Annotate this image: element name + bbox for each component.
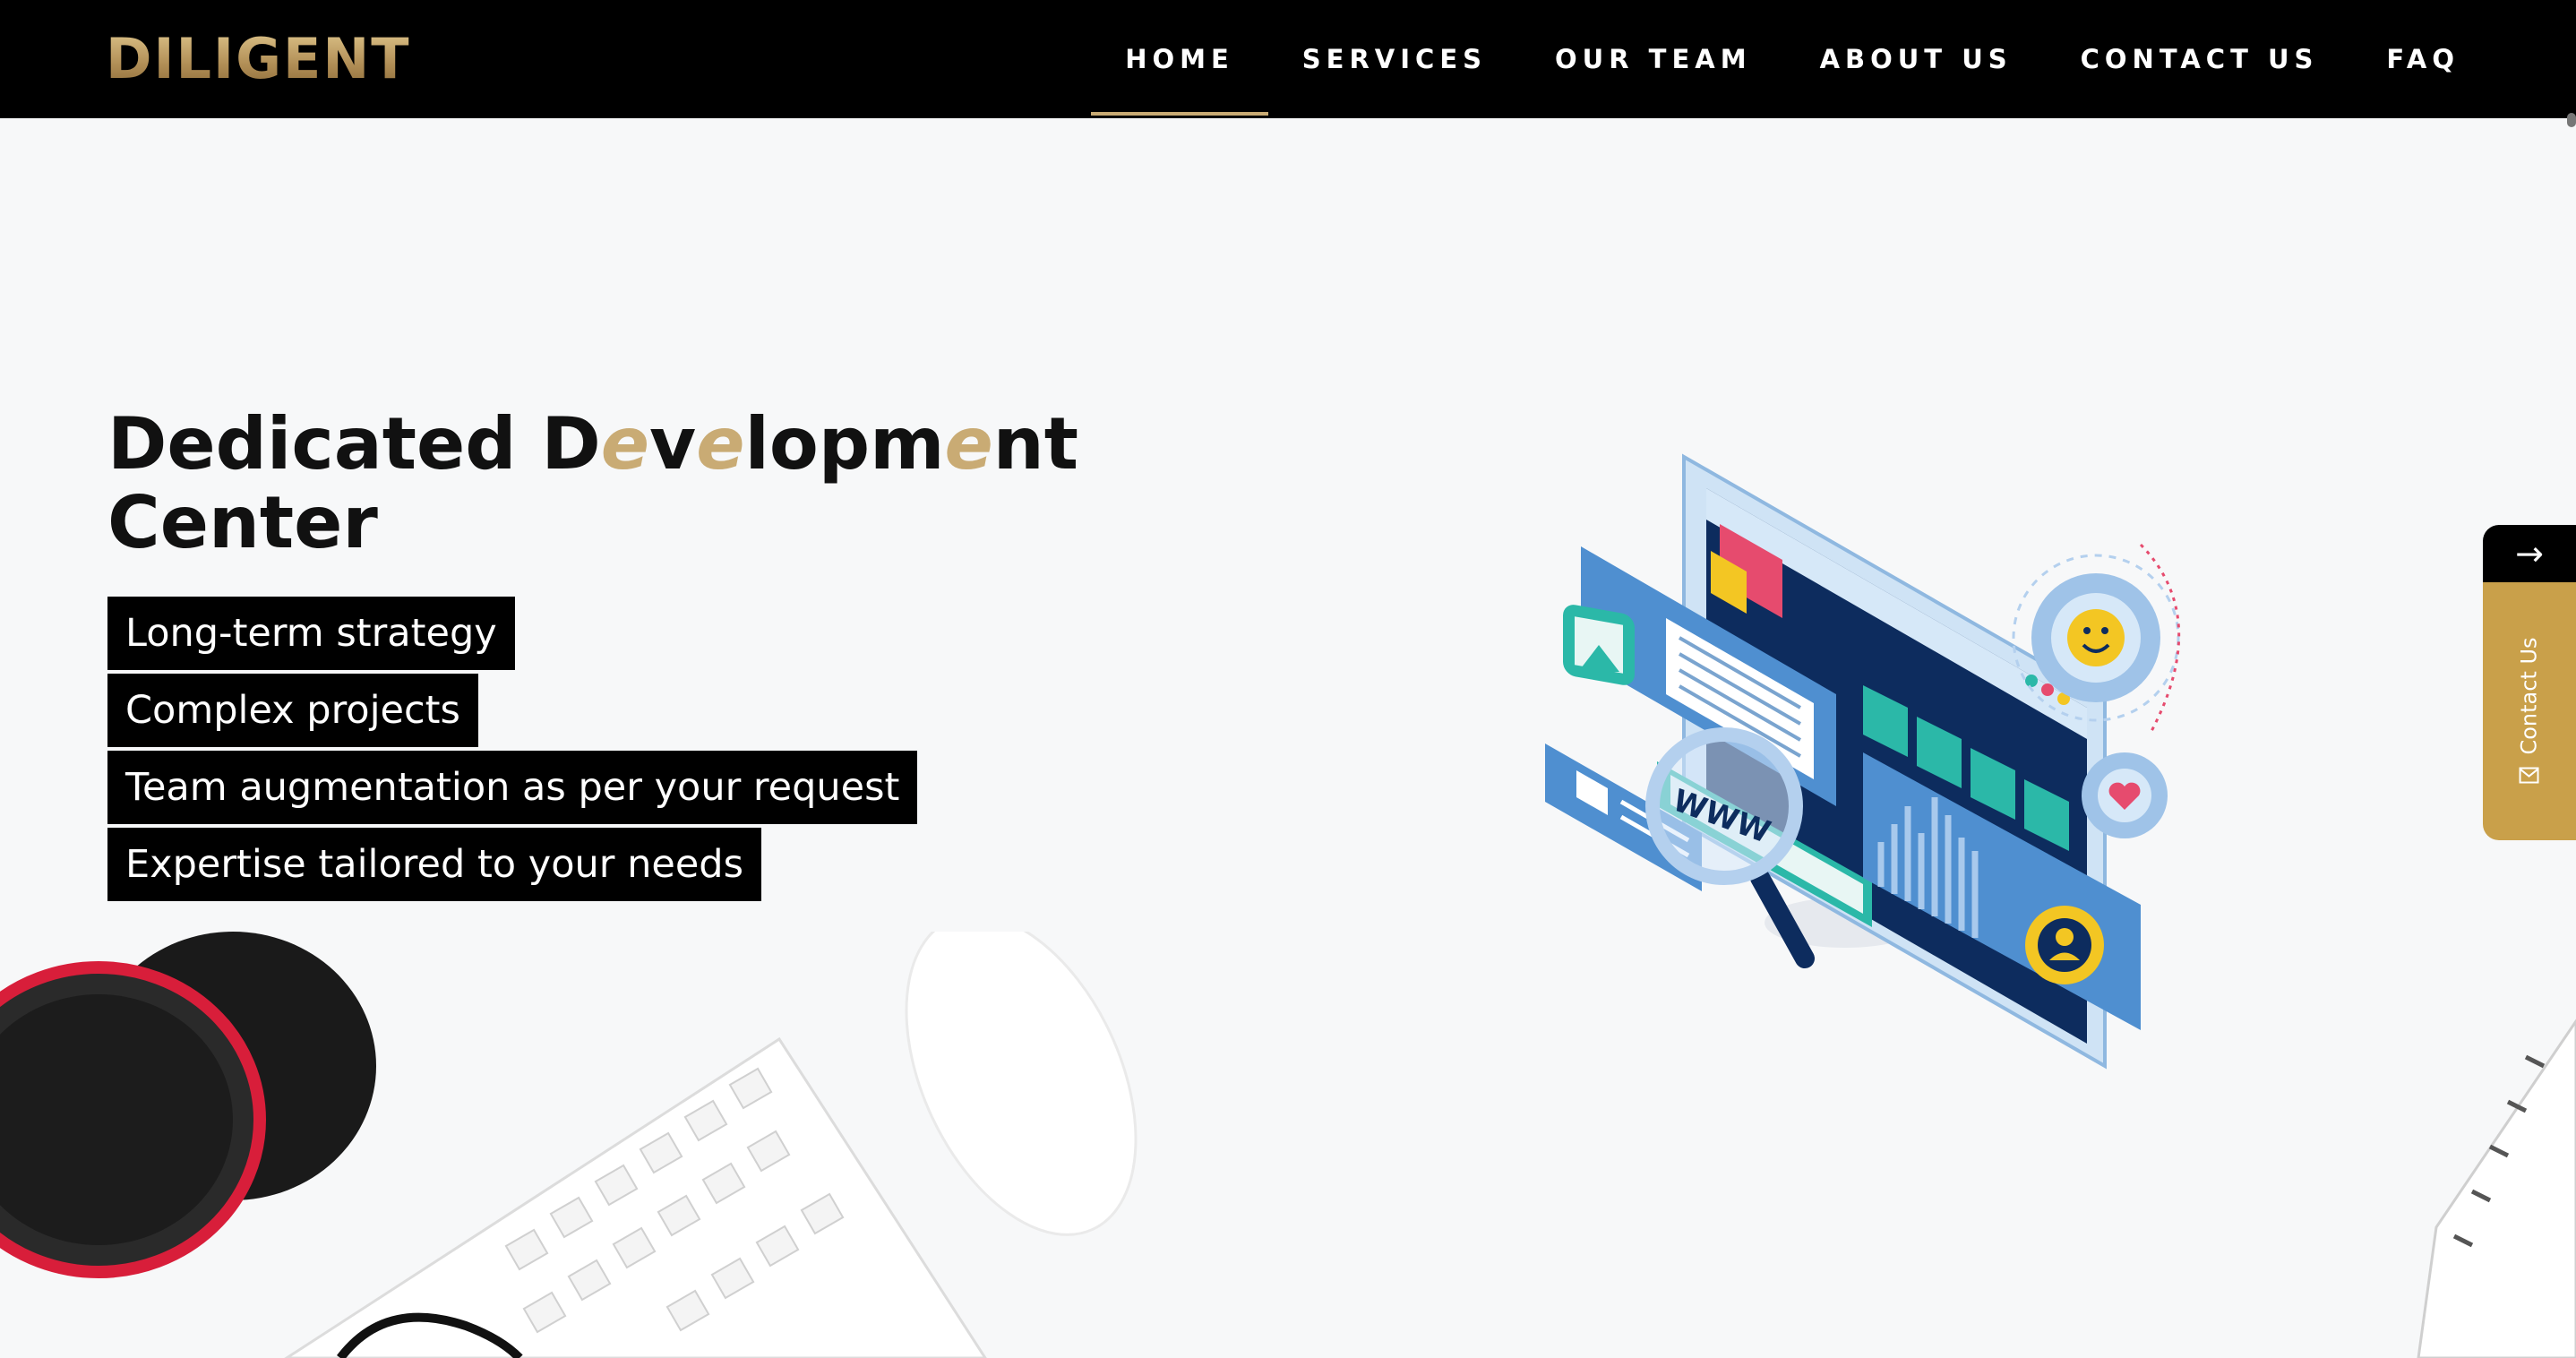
hero-bullet: Complex projects [107, 674, 478, 747]
logo-text: DILIGENT [106, 25, 411, 91]
hero-bullet: Team augmentation as per your request [107, 751, 918, 824]
keyboard-image [284, 1036, 987, 1358]
heart-icon [2082, 752, 2168, 838]
top-navbar: DILIGENT HOME SERVICES OUR TEAM ABOUT US… [0, 0, 2576, 118]
headline-part2: Center [107, 481, 378, 564]
headline-gold-letter: e [600, 402, 650, 486]
main-nav: HOME SERVICES OUR TEAM ABOUT US CONTACT … [1060, 0, 2463, 118]
nav-about-us[interactable]: ABOUT US [1816, 44, 2016, 74]
hero-bullet: Long-term strategy [107, 597, 515, 670]
scrollbar-thumb[interactable] [2567, 113, 2576, 127]
headline-part1: Dedicated [107, 402, 542, 486]
mouse-image [905, 932, 1138, 1236]
hero-bullet-list: Long-term strategy Complex projects Team… [107, 597, 918, 905]
image-icon [1563, 605, 1635, 685]
nav-faq[interactable]: FAQ [2383, 44, 2463, 74]
nav-home[interactable]: HOME [1091, 44, 1268, 116]
contact-tab-body[interactable]: Contact Us [2483, 582, 2576, 840]
envelope-icon [2520, 767, 2540, 784]
site-logo[interactable]: DILIGENT [106, 25, 411, 91]
headline-gold-letter: e [696, 402, 745, 486]
hero-bullet: Expertise tailored to your needs [107, 828, 761, 901]
headline-letter: lopm [744, 402, 945, 486]
headline-letter: v [649, 402, 697, 486]
smiley-icon [2067, 609, 2125, 666]
headline-letter: D [541, 402, 601, 486]
headline-bold: Development [541, 402, 1078, 486]
magnifier-icon: WWW [1645, 727, 1815, 968]
nav-contact-us[interactable]: CONTACT US [2077, 44, 2323, 74]
hero-headline: Dedicated Development Center [107, 405, 1078, 563]
arrow-right-icon[interactable]: → [2483, 525, 2576, 582]
headline-gold-letter: e [944, 402, 993, 486]
desk-background-image [0, 932, 2576, 1358]
contact-side-tab[interactable]: → Contact Us [2483, 525, 2576, 840]
nav-services[interactable]: SERVICES [1299, 44, 1490, 74]
coffee-cup-image [0, 932, 376, 1278]
headline-letter: nt [992, 402, 1078, 486]
notebook-image [2417, 1018, 2576, 1358]
nav-our-team[interactable]: OUR TEAM [1551, 44, 1756, 74]
contact-tab-text: Contact Us [2517, 637, 2543, 755]
contact-tab-label: Contact Us [2517, 637, 2542, 785]
